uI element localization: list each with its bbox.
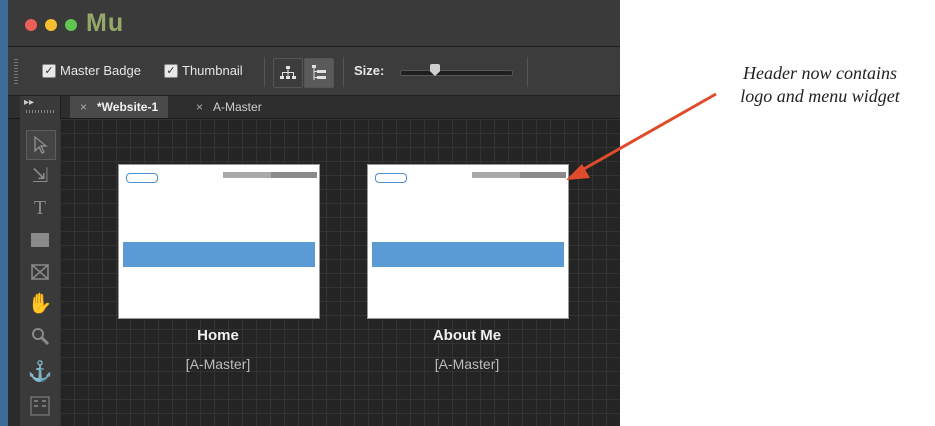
- annotation-arrow: [566, 92, 717, 180]
